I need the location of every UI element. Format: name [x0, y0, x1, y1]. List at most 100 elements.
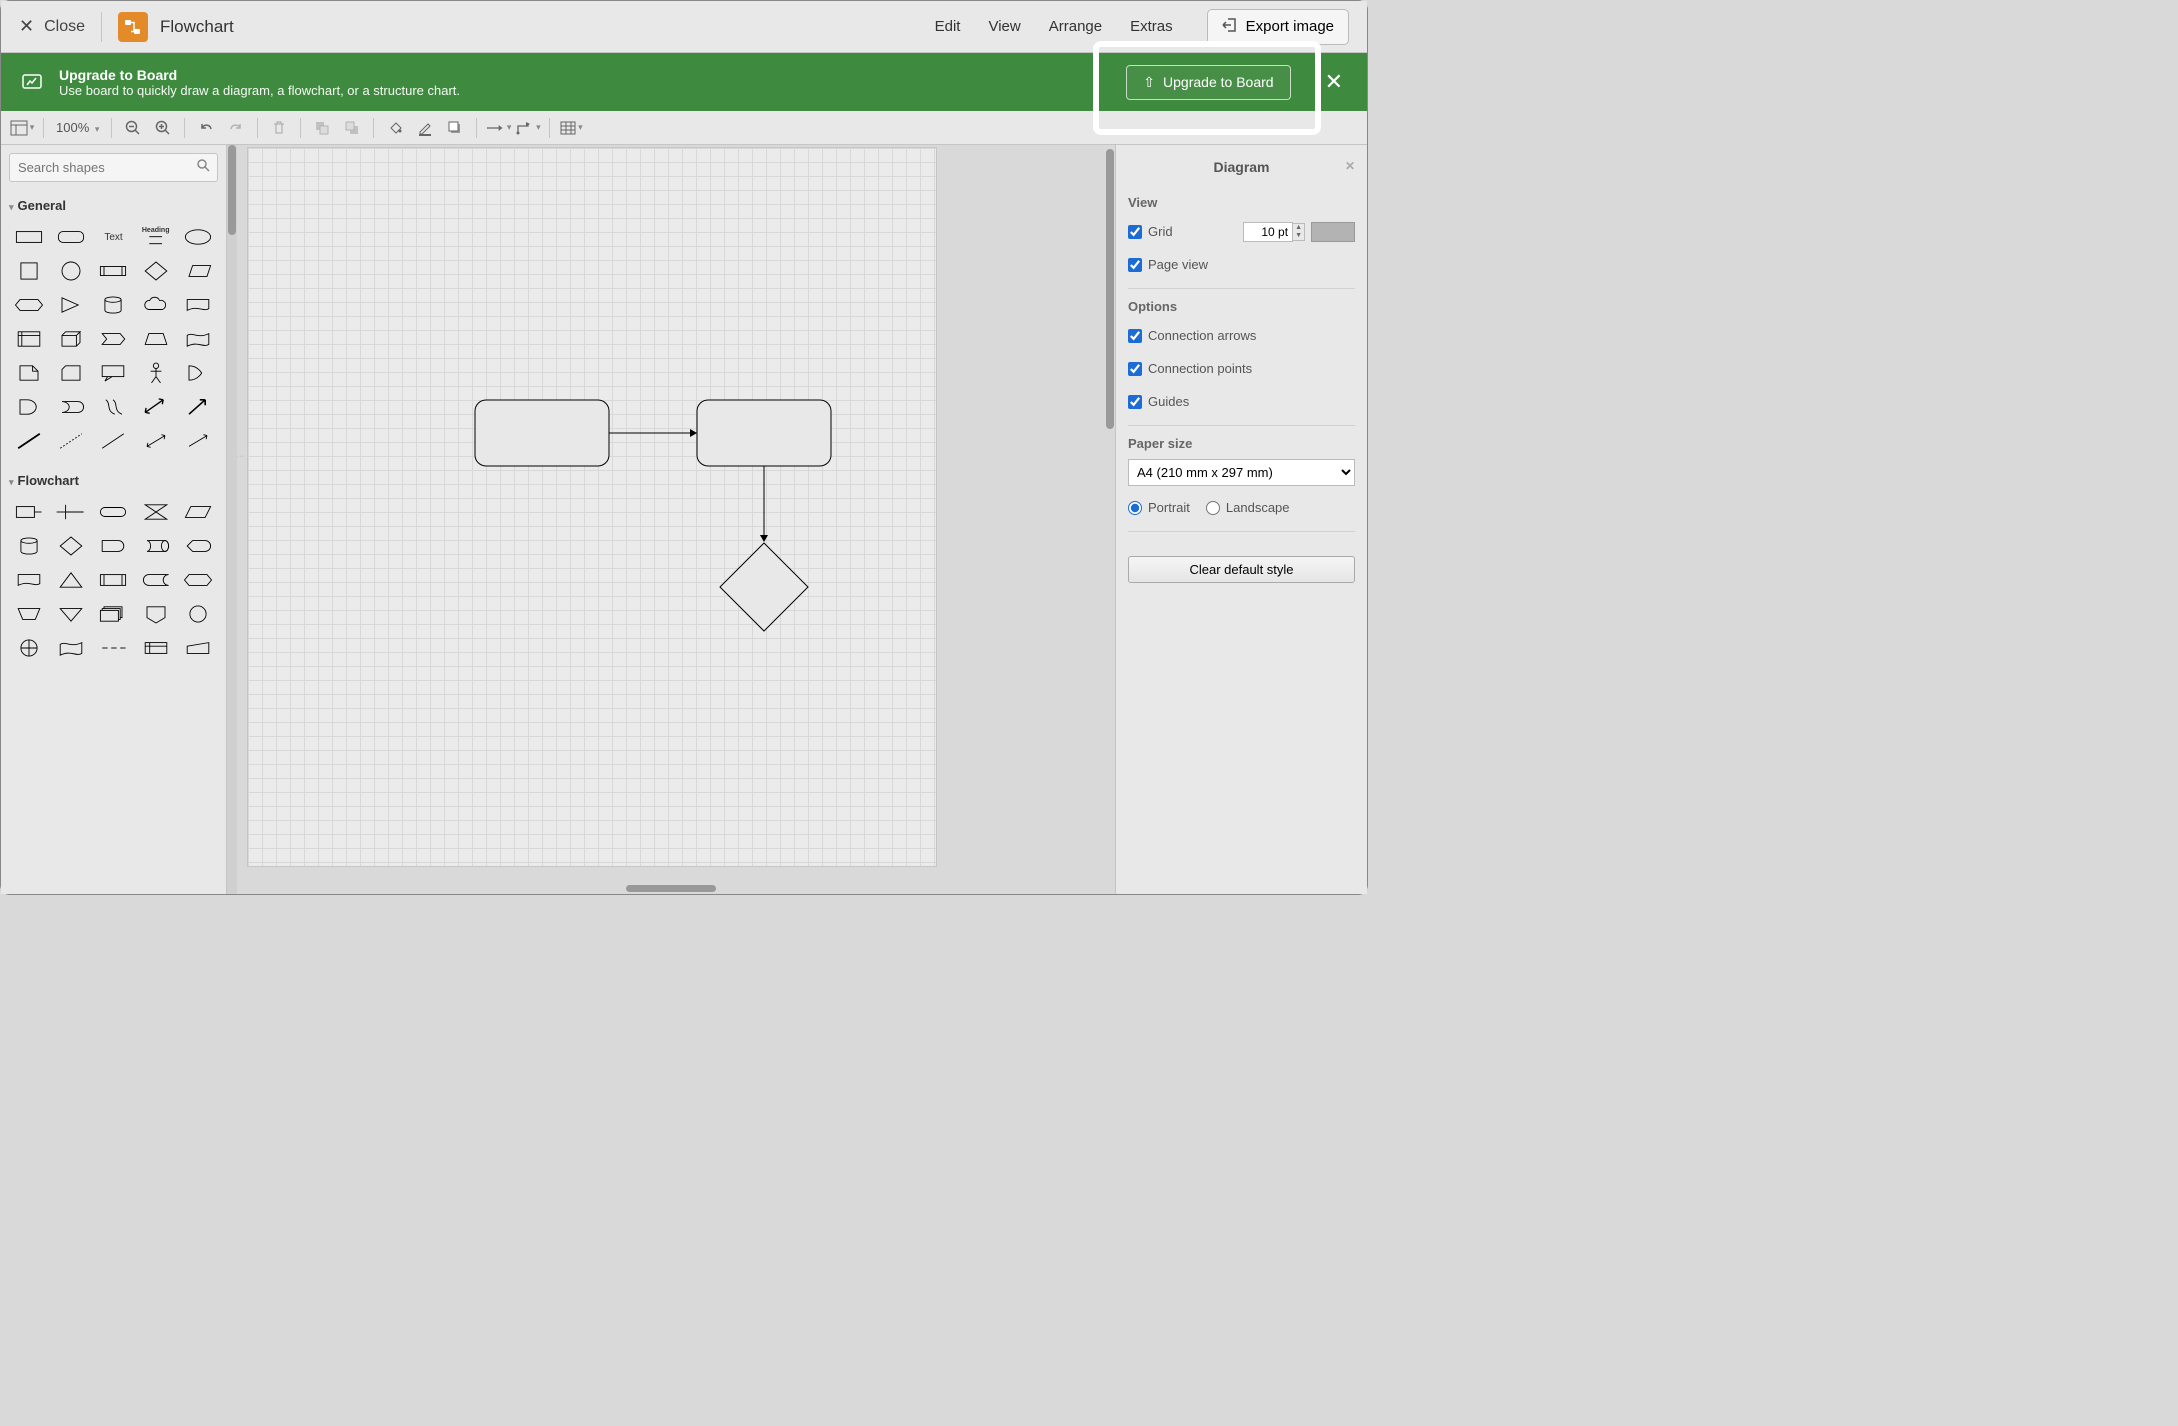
- shape-circle[interactable]: [51, 255, 91, 287]
- shape-parallelogram[interactable]: [178, 255, 218, 287]
- shape-arrow[interactable]: [178, 425, 218, 457]
- fc-database[interactable]: [9, 530, 49, 562]
- fc-on-page[interactable]: [178, 598, 218, 630]
- zoom-in-button[interactable]: [150, 115, 176, 141]
- fc-tape2[interactable]: [51, 632, 91, 664]
- paper-size-select[interactable]: A4 (210 mm x 297 mm): [1128, 459, 1355, 486]
- landscape-radio[interactable]: [1206, 501, 1220, 515]
- section-flowchart[interactable]: Flowchart: [7, 469, 220, 492]
- fc-merge-up[interactable]: [51, 564, 91, 596]
- shape-and[interactable]: [9, 391, 49, 423]
- menu-arrange[interactable]: Arrange: [1049, 18, 1102, 35]
- shape-arrow-ne[interactable]: [178, 391, 218, 423]
- shape-line-light[interactable]: [93, 425, 133, 457]
- to-front-button[interactable]: [309, 115, 335, 141]
- shape-heading[interactable]: Heading━━━━━━: [136, 221, 176, 253]
- conn-points-row[interactable]: Connection points: [1128, 361, 1252, 376]
- shape-tape[interactable]: [178, 323, 218, 355]
- canvas[interactable]: ⫶: [237, 145, 1105, 894]
- section-general[interactable]: General: [7, 194, 220, 217]
- fc-merge[interactable]: [51, 598, 91, 630]
- shape-bidir-arrow[interactable]: [136, 425, 176, 457]
- shape-internal-storage[interactable]: [9, 323, 49, 355]
- fc-preparation[interactable]: [178, 564, 218, 596]
- conn-arrows-checkbox[interactable]: [1128, 329, 1142, 343]
- shape-square[interactable]: [9, 255, 49, 287]
- panel-close-icon[interactable]: ✕: [1345, 159, 1355, 173]
- fc-collate[interactable]: [136, 496, 176, 528]
- shape-callout[interactable]: [93, 357, 133, 389]
- guides-row[interactable]: Guides: [1128, 394, 1189, 409]
- fc-connector-right[interactable]: [9, 496, 49, 528]
- page-view-checkbox[interactable]: [1128, 258, 1142, 272]
- fc-extract[interactable]: [51, 496, 91, 528]
- conn-arrows-row[interactable]: Connection arrows: [1128, 328, 1256, 343]
- fill-color-button[interactable]: [382, 115, 408, 141]
- fc-delay[interactable]: [93, 530, 133, 562]
- upgrade-to-board-button[interactable]: ⇧ Upgrade to Board: [1126, 65, 1290, 100]
- layout-dropdown[interactable]: ▾: [9, 115, 35, 141]
- shape-curve-shape[interactable]: [178, 357, 218, 389]
- grid-checkbox-row[interactable]: Grid: [1128, 224, 1173, 239]
- fc-terminator[interactable]: [93, 496, 133, 528]
- close-button[interactable]: ✕ Close: [19, 16, 85, 37]
- grid-checkbox[interactable]: [1128, 225, 1142, 239]
- shape-rounded-rect[interactable]: [51, 221, 91, 253]
- undo-button[interactable]: [193, 115, 219, 141]
- shape-card[interactable]: [51, 357, 91, 389]
- shape-dashed-line[interactable]: [51, 425, 91, 457]
- fc-predefined[interactable]: [93, 564, 133, 596]
- portrait-radio[interactable]: [1128, 501, 1142, 515]
- splitter-handle-icon[interactable]: ⫶: [237, 455, 245, 457]
- shape-text[interactable]: Text: [93, 221, 133, 253]
- menu-edit[interactable]: Edit: [935, 18, 961, 35]
- shape-cloud[interactable]: [136, 289, 176, 321]
- shape-actor[interactable]: [136, 357, 176, 389]
- fc-data[interactable]: [178, 496, 218, 528]
- clear-default-style-button[interactable]: Clear default style: [1128, 556, 1355, 583]
- shape-arrow-bidir[interactable]: [136, 391, 176, 423]
- fc-display[interactable]: [178, 530, 218, 562]
- horizontal-scrollbar[interactable]: [626, 885, 716, 892]
- fc-document[interactable]: [9, 564, 49, 596]
- export-image-button[interactable]: Export image: [1207, 9, 1349, 45]
- grid-size-stepper[interactable]: ▲▼: [1292, 223, 1305, 241]
- shape-line-heavy[interactable]: [9, 425, 49, 457]
- conn-points-checkbox[interactable]: [1128, 362, 1142, 376]
- waypoint-style-button[interactable]: ▾: [515, 115, 541, 141]
- shape-cube[interactable]: [51, 323, 91, 355]
- shape-triangle[interactable]: [51, 289, 91, 321]
- connection-style-button[interactable]: ▾: [485, 115, 511, 141]
- menu-view[interactable]: View: [988, 18, 1020, 35]
- shape-rectangle[interactable]: [9, 221, 49, 253]
- line-color-button[interactable]: [412, 115, 438, 141]
- fc-internal[interactable]: [136, 632, 176, 664]
- fc-multi-doc[interactable]: [93, 598, 133, 630]
- landscape-radio-row[interactable]: Landscape: [1206, 500, 1290, 515]
- zoom-out-button[interactable]: [120, 115, 146, 141]
- menu-extras[interactable]: Extras: [1130, 18, 1173, 35]
- shape-cylinder[interactable]: [93, 289, 133, 321]
- portrait-radio-row[interactable]: Portrait: [1128, 500, 1190, 515]
- fc-off-page[interactable]: [136, 598, 176, 630]
- shape-trapezoid[interactable]: [136, 323, 176, 355]
- shape-ellipse[interactable]: [178, 221, 218, 253]
- shape-document-curve[interactable]: [178, 289, 218, 321]
- delete-button[interactable]: [266, 115, 292, 141]
- grid-color-swatch[interactable]: [1311, 222, 1355, 242]
- to-back-button[interactable]: [339, 115, 365, 141]
- shape-note[interactable]: [9, 357, 49, 389]
- guides-checkbox[interactable]: [1128, 395, 1142, 409]
- left-canvas-scrollbar[interactable]: [227, 145, 237, 894]
- table-button[interactable]: ▾: [558, 115, 584, 141]
- shape-diamond[interactable]: [136, 255, 176, 287]
- right-canvas-scrollbar[interactable]: [1105, 145, 1115, 894]
- page[interactable]: [247, 147, 937, 867]
- fc-manual-op[interactable]: [9, 598, 49, 630]
- shadow-button[interactable]: [442, 115, 468, 141]
- fc-decision[interactable]: [51, 530, 91, 562]
- fc-manual-input[interactable]: [178, 632, 218, 664]
- shape-data-s[interactable]: [93, 391, 133, 423]
- grid-size-input[interactable]: [1243, 222, 1293, 242]
- fc-stored-data[interactable]: [136, 564, 176, 596]
